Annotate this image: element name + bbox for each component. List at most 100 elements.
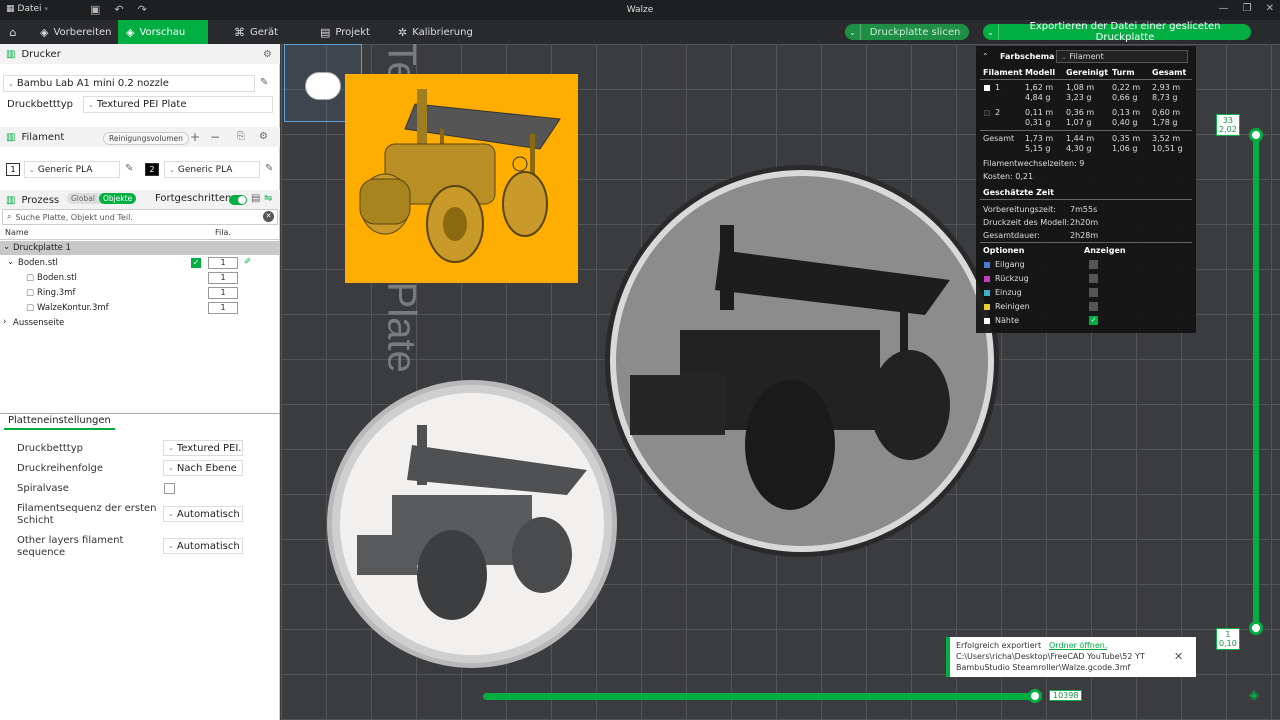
tab-project[interactable]: ▤ Projekt (312, 20, 378, 44)
search-input[interactable]: Suche Platte, Objekt und Teil. (15, 213, 132, 222)
close-icon[interactable]: ✕ (1174, 650, 1183, 663)
bed-type-select[interactable]: ⌄ Textured PEI Plate (83, 96, 273, 113)
disc-model[interactable] (605, 165, 999, 557)
filament-name: Generic PLA (37, 164, 93, 175)
tab-prepare[interactable]: ◈ Vorbereiten (32, 20, 120, 44)
clear-icon[interactable]: ✕ (263, 211, 274, 222)
edit-icon[interactable]: ✎ (125, 163, 133, 174)
other-row[interactable]: › Aussenseite (0, 316, 280, 330)
other-layers-seq-setting[interactable]: ⌄ Automatisch (163, 538, 243, 554)
divider (0, 413, 280, 414)
chevron-down-icon[interactable]: ⌄ (3, 242, 10, 252)
stat-cell: 3,23 g (1066, 93, 1092, 102)
3d-viewport[interactable]: Textured PEI Plate ⌃ Farbschema ⌄ Filame… (281, 44, 1280, 720)
add-icon[interactable]: + (190, 130, 200, 144)
option-checkbox-checked[interactable]: ✓ (1089, 316, 1098, 325)
printer-icon: ▥ (6, 48, 16, 60)
part-filament-input[interactable]: 1 (208, 302, 238, 314)
maximize-icon[interactable]: ❐ (1243, 3, 1252, 14)
sync-icon[interactable]: ⎘ (237, 131, 245, 142)
object-name: Boden.stl (18, 258, 58, 268)
chevron-down-icon[interactable]: ⌄ (845, 24, 861, 40)
object-search[interactable]: ⌕ Suche Platte, Objekt und Teil. ✕ (2, 209, 278, 225)
home-button[interactable]: ⌂ (0, 20, 26, 44)
part-row[interactable]: ▢ WalzeKontur.3mf 1 (0, 301, 280, 315)
move-slider[interactable] (483, 689, 1043, 703)
part-filament-input[interactable]: 1 (208, 272, 238, 284)
part-row[interactable]: ▢ Boden.stl 1 (0, 271, 280, 285)
stat-cell: 0,13 m (1112, 108, 1141, 117)
setting-value: Automatisch (176, 540, 240, 552)
layer-slider-bottom-handle[interactable] (1249, 621, 1263, 635)
chevron-down-icon: ⌄ (168, 510, 174, 518)
bed-type-setting[interactable]: ⌄ Textured PEI... (163, 440, 243, 456)
steamroller-relief-dark (630, 225, 950, 510)
option-checkbox[interactable] (1089, 288, 1098, 297)
total-label: Gesamt (983, 134, 1015, 143)
object-row[interactable]: ⌄ Boden.stl ✓ 1 ✐ (0, 256, 280, 270)
filament-icon: ▥ (6, 131, 16, 143)
slice-plate-button[interactable]: ⌄ Druckplatte slicen (845, 24, 969, 40)
tab-calibration[interactable]: ✲ Kalibrierung (390, 20, 481, 44)
edit-icon[interactable]: ✎ (265, 163, 273, 174)
global-objects-switch[interactable]: Global Objekte (67, 193, 137, 204)
option-checkbox[interactable] (1089, 260, 1098, 269)
compare-icon[interactable]: ⇋ (264, 193, 272, 204)
spiral-vase-checkbox[interactable] (164, 483, 175, 494)
print-sequence-setting[interactable]: ⌄ Nach Ebene (163, 460, 243, 476)
settings-icon[interactable]: ⚙ (259, 131, 268, 142)
option-checkbox[interactable] (1089, 302, 1098, 311)
filament-name: Generic PLA (177, 164, 233, 175)
part-filament-input[interactable]: 1 (208, 287, 238, 299)
first-layer-seq-setting[interactable]: ⌄ Automatisch (163, 506, 243, 522)
setting-value: Nach Ebene (176, 462, 237, 474)
advanced-toggle[interactable] (229, 195, 247, 205)
object-filament-input[interactable]: 1 (208, 257, 238, 269)
tab-device[interactable]: ⌘ Gerät (226, 20, 286, 44)
settings-icon[interactable]: ⚙ (263, 49, 272, 60)
plate-settings-tab[interactable]: Platteneinstellungen (4, 415, 115, 430)
section-title: Prozess (21, 194, 60, 206)
remove-icon[interactable]: − (210, 130, 220, 144)
printer-select[interactable]: ⌄ Bambu Lab A1 mini 0.2 nozzle (3, 75, 255, 92)
list-icon[interactable]: ▤ (251, 193, 260, 204)
color-scheme-select[interactable]: ⌄ Filament (1056, 50, 1188, 63)
plate-name: Druckplatte 1 (13, 243, 71, 253)
filament-swatch (984, 85, 990, 91)
chevron-right-icon[interactable]: › (3, 317, 6, 327)
stat-cell: 0,66 g (1112, 93, 1138, 102)
global-option[interactable]: Global (67, 193, 99, 204)
part-row[interactable]: ▢ Ring.3mf 1 (0, 286, 280, 300)
export-notification: Erfolgreich exportiert Ordner öffnen. C:… (946, 637, 1196, 677)
ring-model[interactable] (327, 380, 617, 668)
close-icon[interactable]: ✕ (1266, 3, 1274, 14)
minimize-icon[interactable]: — (1219, 3, 1229, 14)
purge-volume-button[interactable]: Reinigungsvolumen (103, 132, 189, 145)
chevron-down-icon[interactable]: ⌄ (983, 24, 999, 40)
show-heading: Anzeigen (1084, 246, 1126, 255)
objects-option[interactable]: Objekte (98, 193, 137, 204)
layer-slider[interactable] (1246, 124, 1266, 644)
tab-preview[interactable]: ◈ Vorschau (118, 20, 208, 44)
chevron-down-icon: ⌄ (8, 79, 14, 88)
visible-checkbox[interactable]: ✓ (191, 258, 201, 268)
layer-slider-top-handle[interactable] (1249, 128, 1263, 142)
divider (980, 242, 1192, 243)
layers-icon[interactable]: ◈ (1249, 688, 1259, 703)
plate-row[interactable]: ⌄ Druckplatte 1 (0, 241, 280, 255)
chevron-down-icon[interactable]: ⌄ (7, 257, 14, 267)
collapse-icon[interactable]: ⌃ (982, 52, 989, 61)
open-folder-link[interactable]: Ordner öffnen. (1049, 641, 1107, 650)
option-checkbox[interactable] (1089, 274, 1098, 283)
edit-icon[interactable]: ✎ (260, 77, 268, 88)
filament-select-2[interactable]: ⌄ Generic PLA (164, 161, 260, 178)
paint-icon[interactable]: ✐ (244, 257, 251, 267)
chevron-down-icon: ⌄ (168, 444, 174, 452)
col-filament: Filament (983, 68, 1023, 77)
chevron-down-icon: ⌄ (1061, 53, 1067, 61)
filament-select-1[interactable]: ⌄ Generic PLA (24, 161, 120, 178)
move-slider-handle[interactable] (1028, 689, 1042, 703)
seams-swatch (984, 318, 990, 324)
export-sliced-button[interactable]: ⌄ Exportieren der Datei einer gesliceten … (983, 21, 1251, 43)
setting-label: Filamentsequenz der ersten Schicht (17, 503, 157, 526)
